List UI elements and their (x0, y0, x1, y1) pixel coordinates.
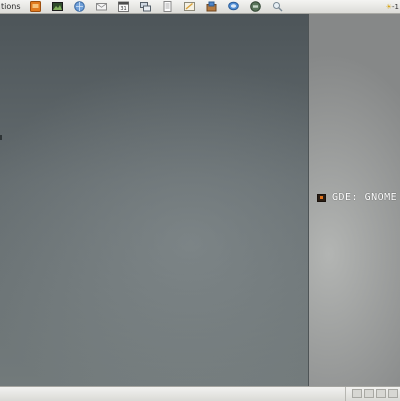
workspace-switcher[interactable] (345, 387, 400, 401)
terminal-icon[interactable] (29, 1, 41, 12)
gde-desktop-item[interactable]: GDE: GNOME (317, 192, 397, 203)
bottom-panel (0, 386, 400, 401)
text-document-icon[interactable] (162, 1, 173, 12)
weather-temperature[interactable]: -1 (392, 3, 399, 11)
image-viewer-icon[interactable] (51, 1, 63, 12)
gde-label: GDE: GNOME (332, 192, 398, 203)
desktop-edge-handle (0, 135, 2, 140)
mail-icon[interactable] (95, 1, 107, 12)
workspace-2[interactable] (364, 389, 374, 398)
calendar-icon[interactable]: 31 (117, 1, 129, 12)
web-browser-icon[interactable] (73, 1, 85, 12)
system-tray: ☀ -1 (386, 0, 400, 13)
workspace-1[interactable] (352, 389, 362, 398)
search-icon[interactable] (272, 1, 283, 12)
package-manager-icon[interactable] (206, 1, 217, 12)
text-editor-icon[interactable] (183, 1, 195, 12)
svg-text:31: 31 (120, 6, 126, 12)
workspace-3[interactable] (376, 389, 386, 398)
game-icon[interactable] (249, 1, 261, 12)
chat-icon[interactable] (227, 1, 239, 12)
network-icon[interactable] (139, 1, 151, 12)
launcher-bar: 31 (29, 1, 294, 12)
workspace-4[interactable] (388, 389, 398, 398)
top-panel: tions 31 ☀ -1 (0, 0, 400, 14)
applications-menu[interactable]: tions (0, 2, 21, 11)
gde-icon (317, 193, 326, 202)
